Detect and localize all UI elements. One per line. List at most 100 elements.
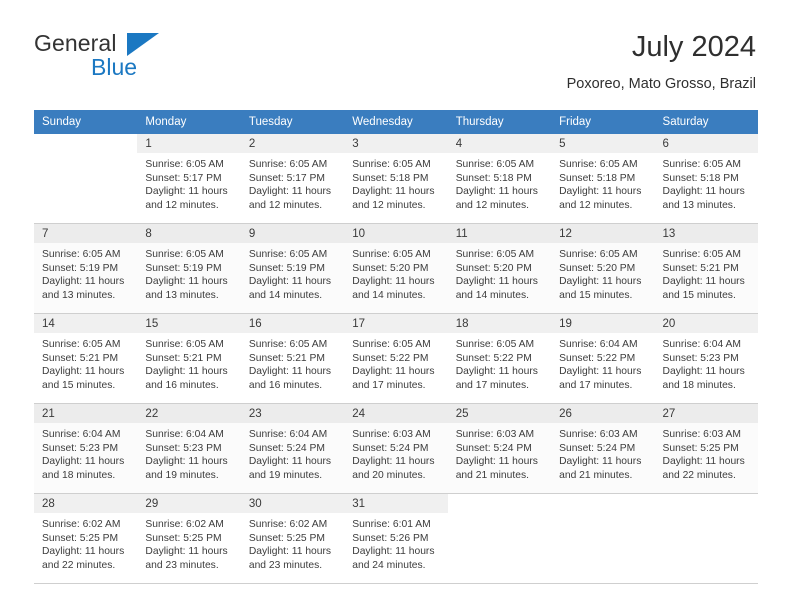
calendar-day-cell[interactable]: 5 Sunrise: 6:05 AM Sunset: 5:18 PM Daylight… [551,134,655,225]
day-cell-body: 15 Sunrise: 6:05 AM Sunset: 5:21 PM Dayligh… [137,314,241,405]
day-detail-lines: Sunrise: 6:05 AM Sunset: 5:17 PM Daylight:… [241,153,344,212]
daylight-text: Daylight: 11 hours [145,456,228,468]
daylight-text: Daylight: 11 hours [455,366,538,378]
calendar-day-cell[interactable]: 20 Sunrise: 6:04 AM Sunset: 5:23 PM Dayligh… [654,314,758,405]
daylight-text-cont: and 24 minutes. [352,559,426,571]
calendar-day-cell[interactable]: 26 Sunrise: 6:03 AM Sunset: 5:24 PM Dayligh… [551,404,655,495]
sunset-text: Sunset: 5:23 PM [145,442,222,454]
day-detail-lines: Sunrise: 6:05 AM Sunset: 5:17 PM Daylight:… [137,153,240,212]
sunrise-text: Sunrise: 6:05 AM [662,249,741,261]
day-number: 23 [240,404,345,424]
calendar-day-cell[interactable]: 10 Sunrise: 6:05 AM Sunset: 5:20 PM Dayligh… [344,224,448,315]
day-cell-body: 5 Sunrise: 6:05 AM Sunset: 5:18 PM Daylight… [551,134,655,225]
sunset-text: Sunset: 5:25 PM [145,532,222,544]
daylight-text: Daylight: 11 hours [42,546,125,558]
day-detail-lines: Sunrise: 6:05 AM Sunset: 5:20 PM Daylight:… [551,243,654,302]
calendar-day-cell[interactable]: 25 Sunrise: 6:03 AM Sunset: 5:24 PM Dayligh… [447,404,552,495]
day-detail-lines: Sunrise: 6:05 AM Sunset: 5:20 PM Daylight:… [344,243,447,302]
sunset-text: Sunset: 5:24 PM [455,442,532,454]
calendar-day-cell[interactable]: 8 Sunrise: 6:05 AM Sunset: 5:19 PM Daylight… [137,224,241,315]
calendar-day-cell[interactable]: 22 Sunrise: 6:04 AM Sunset: 5:23 PM Dayligh… [137,404,241,495]
daylight-text: Daylight: 11 hours [352,546,435,558]
day-cell-body: 14 Sunrise: 6:05 AM Sunset: 5:21 PM Dayligh… [34,314,138,405]
sunrise-text: Sunrise: 6:05 AM [455,339,535,351]
sunrise-text: Sunrise: 6:05 AM [352,339,431,351]
day-number: 31 [344,494,448,514]
calendar-day-cell[interactable]: 3 Sunrise: 6:05 AM Sunset: 5:18 PM Daylight… [344,134,448,225]
day-number: 24 [344,404,448,424]
day-cell-body: 17 Sunrise: 6:05 AM Sunset: 5:22 PM Dayligh… [344,314,448,405]
sunset-text: Sunset: 5:22 PM [559,352,636,364]
daylight-text-cont: and 23 minutes. [248,559,323,571]
calendar-day-cell[interactable]: 13 Sunrise: 6:05 AM Sunset: 5:21 PM Dayligh… [654,224,758,315]
sunrise-text: Sunrise: 6:05 AM [145,159,224,171]
sunset-text: Sunset: 5:18 PM [662,172,739,184]
sunset-text: Sunset: 5:19 PM [145,262,222,274]
daylight-text-cont: and 13 minutes. [662,199,736,211]
calendar-day-cell[interactable]: 28 Sunrise: 6:02 AM Sunset: 5:25 PM Dayligh… [34,494,138,585]
day-cell-body: 3 Sunrise: 6:05 AM Sunset: 5:18 PM Daylight… [344,134,448,225]
calendar-day-cell[interactable]: 18 Sunrise: 6:05 AM Sunset: 5:22 PM Dayligh… [447,314,552,405]
daylight-text-cont: and 18 minutes. [42,469,116,481]
calendar-day-cell[interactable]: 14 Sunrise: 6:05 AM Sunset: 5:21 PM Dayligh… [34,314,138,405]
calendar-empty-cell [34,134,138,225]
sunset-text: Sunset: 5:24 PM [559,442,636,454]
calendar-day-cell[interactable]: 27 Sunrise: 6:03 AM Sunset: 5:25 PM Dayligh… [654,404,758,495]
calendar-day-cell[interactable]: 9 Sunrise: 6:05 AM Sunset: 5:19 PM Daylight… [240,224,345,315]
calendar-day-cell[interactable]: 1 Sunrise: 6:05 AM Sunset: 5:17 PM Daylight… [137,134,241,225]
calendar-day-cell[interactable]: 15 Sunrise: 6:05 AM Sunset: 5:21 PM Dayligh… [137,314,241,405]
day-detail-lines: Sunrise: 6:05 AM Sunset: 5:18 PM Daylight:… [551,153,654,212]
calendar-day-cell[interactable]: 11 Sunrise: 6:05 AM Sunset: 5:20 PM Dayligh… [447,224,552,315]
daylight-text-cont: and 20 minutes. [352,469,426,481]
calendar-day-cell[interactable]: 29 Sunrise: 6:02 AM Sunset: 5:25 PM Dayligh… [137,494,241,585]
calendar-day-cell[interactable]: 2 Sunrise: 6:05 AM Sunset: 5:17 PM Daylight… [240,134,345,225]
day-detail-lines: Sunrise: 6:04 AM Sunset: 5:23 PM Daylight:… [34,423,137,482]
daylight-text: Daylight: 11 hours [662,276,745,288]
sunset-text: Sunset: 5:17 PM [145,172,222,184]
calendar-day-cell[interactable]: 16 Sunrise: 6:05 AM Sunset: 5:21 PM Dayligh… [240,314,345,405]
day-cell-body: 12 Sunrise: 6:05 AM Sunset: 5:20 PM Dayligh… [551,224,655,315]
daylight-text-cont: and 13 minutes. [145,289,219,301]
sunrise-text: Sunrise: 6:05 AM [248,159,328,171]
calendar-day-cell[interactable]: 6 Sunrise: 6:05 AM Sunset: 5:18 PM Daylight… [654,134,758,225]
calendar-body: 1 Sunrise: 6:05 AM Sunset: 5:17 PM Daylight… [34,134,758,585]
calendar-day-cell[interactable]: 30 Sunrise: 6:02 AM Sunset: 5:25 PM Dayligh… [240,494,345,585]
daylight-text-cont: and 17 minutes. [352,379,426,391]
calendar-day-cell[interactable]: 21 Sunrise: 6:04 AM Sunset: 5:23 PM Dayligh… [34,404,138,495]
calendar-day-cell[interactable]: 17 Sunrise: 6:05 AM Sunset: 5:22 PM Dayligh… [344,314,448,405]
day-detail-lines: Sunrise: 6:03 AM Sunset: 5:24 PM Daylight:… [551,423,654,482]
page-subtitle: Poxoreo, Mato Grosso, Brazil [566,75,756,92]
daylight-text-cont: and 16 minutes. [248,379,323,391]
day-number: 17 [344,314,448,334]
daylight-text: Daylight: 11 hours [248,276,332,288]
day-cell-body: 8 Sunrise: 6:05 AM Sunset: 5:19 PM Daylight… [137,224,241,315]
day-detail-lines: Sunrise: 6:03 AM Sunset: 5:24 PM Daylight:… [448,423,551,482]
daylight-text: Daylight: 11 hours [248,546,332,558]
day-number: 4 [447,134,552,154]
weekday-header-wednesday: Wednesday [344,110,448,135]
calendar-day-cell[interactable]: 24 Sunrise: 6:03 AM Sunset: 5:24 PM Dayligh… [344,404,448,495]
sunrise-text: Sunrise: 6:04 AM [662,339,741,351]
daylight-text-cont: and 14 minutes. [248,289,323,301]
calendar-day-cell[interactable]: 7 Sunrise: 6:05 AM Sunset: 5:19 PM Daylight… [34,224,138,315]
calendar-day-cell[interactable]: 12 Sunrise: 6:05 AM Sunset: 5:20 PM Dayligh… [551,224,655,315]
day-detail-lines: Sunrise: 6:02 AM Sunset: 5:25 PM Daylight:… [241,513,344,572]
daylight-text-cont: and 14 minutes. [352,289,426,301]
day-detail-lines: Sunrise: 6:05 AM Sunset: 5:19 PM Daylight:… [241,243,344,302]
day-number: 1 [137,134,241,154]
day-cell-body: 24 Sunrise: 6:03 AM Sunset: 5:24 PM Dayligh… [344,404,448,495]
daylight-text-cont: and 16 minutes. [145,379,219,391]
daylight-text-cont: and 22 minutes. [662,469,736,481]
day-detail-lines: Sunrise: 6:02 AM Sunset: 5:25 PM Daylight:… [137,513,240,572]
calendar-day-cell[interactable]: 23 Sunrise: 6:04 AM Sunset: 5:24 PM Dayligh… [240,404,345,495]
day-detail-lines: Sunrise: 6:03 AM Sunset: 5:24 PM Daylight:… [344,423,447,482]
daylight-text-cont: and 18 minutes. [662,379,736,391]
calendar-day-cell[interactable]: 31 Sunrise: 6:01 AM Sunset: 5:26 PM Dayligh… [344,494,448,585]
calendar-day-cell[interactable]: 19 Sunrise: 6:04 AM Sunset: 5:22 PM Dayligh… [551,314,655,405]
calendar-table: Sunday Monday Tuesday Wednesday Thursday Frid… [34,110,758,585]
day-number: 19 [551,314,655,334]
daylight-text-cont: and 12 minutes. [352,199,426,211]
calendar-day-cell[interactable]: 4 Sunrise: 6:05 AM Sunset: 5:18 PM Daylight… [447,134,552,225]
sunrise-text: Sunrise: 6:04 AM [145,429,224,441]
day-cell-body: 2 Sunrise: 6:05 AM Sunset: 5:17 PM Daylight… [240,134,345,225]
